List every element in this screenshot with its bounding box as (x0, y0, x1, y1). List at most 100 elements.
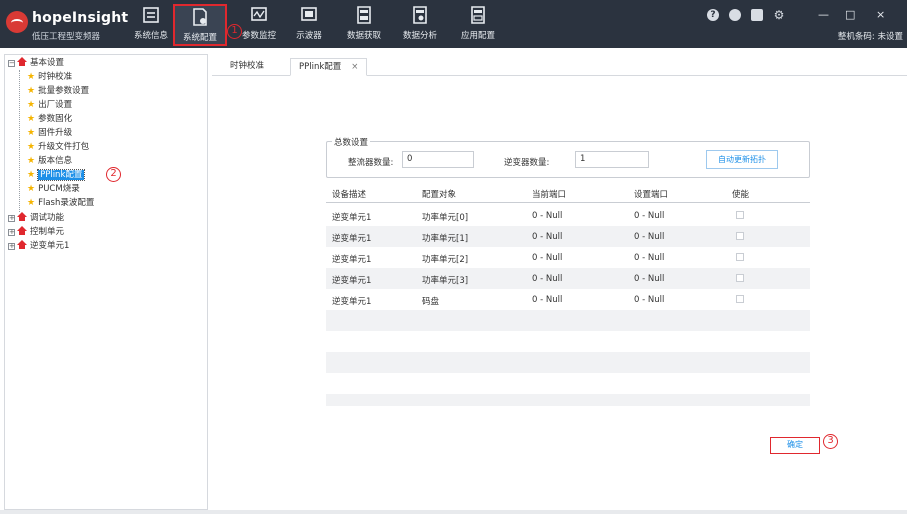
auto-update-topology-button[interactable]: 自动更新拓扑 (706, 150, 778, 169)
tab-clock[interactable]: 时钟校准 (222, 58, 272, 76)
expand-icon[interactable]: + (8, 215, 15, 222)
tree-item-firmware-upgrade[interactable]: ★ 固件升级 (27, 127, 72, 140)
cell-setting-port[interactable]: 0 - Null (634, 274, 664, 284)
tree-item-flash-record[interactable]: ★ Flash录波配置 (27, 197, 94, 210)
home-icon (17, 240, 27, 249)
cell-current-port: 0 - Null (532, 211, 563, 221)
gear-icon[interactable]: ⚙ (773, 9, 785, 21)
star-icon: ★ (27, 114, 36, 124)
cell-device: 逆变单元1 (332, 213, 372, 223)
cell-device: 逆变单元1 (332, 234, 372, 244)
table-row[interactable]: 逆变单元1 功率单元[1] 0 - Null 0 - Null (326, 226, 810, 247)
minimize-button[interactable]: — (818, 8, 829, 21)
nav-system-config[interactable]: 系统配置 (173, 4, 227, 46)
column-header: 当前端口 (532, 190, 567, 200)
inverter-count-input[interactable]: 1 (575, 151, 649, 168)
nav-system-info[interactable]: 系统信息 (124, 4, 178, 46)
tree-item-clock[interactable]: ★ 时钟校准 (27, 71, 72, 84)
tree-item-param-solidify[interactable]: ★ 参数固化 (27, 113, 72, 126)
star-icon: ★ (27, 184, 36, 194)
column-header: 设备描述 (332, 190, 367, 200)
tree-item-version[interactable]: ★ 版本信息 (27, 155, 72, 168)
tab-bar: 时钟校准 PPlink配置 × (212, 54, 907, 76)
rectifier-count-input[interactable]: 0 (402, 151, 474, 168)
table-empty-row (326, 394, 810, 406)
column-header: 设置端口 (634, 190, 669, 200)
nav-label: 应用配置 (460, 31, 495, 41)
help-icon[interactable]: ? (707, 9, 719, 21)
enable-checkbox[interactable] (736, 295, 744, 303)
rectifier-count-label: 整流器数量: (348, 158, 394, 168)
cell-current-port: 0 - Null (532, 232, 563, 242)
table-row[interactable]: 逆变单元1 功率单元[2] 0 - Null 0 - Null (326, 247, 810, 268)
expand-icon[interactable]: + (8, 229, 15, 236)
nav-data-fetch[interactable]: 数据获取 (337, 4, 391, 46)
cell-object: 功率单元[1] (422, 234, 469, 244)
enable-checkbox[interactable] (736, 253, 744, 261)
cell-current-port: 0 - Null (532, 274, 563, 284)
table-row[interactable]: 逆变单元1 功率单元[3] 0 - Null 0 - Null (326, 268, 810, 289)
system-info-icon (143, 7, 159, 23)
tree-item-pucm[interactable]: ★ PUCM烧录 (27, 183, 80, 196)
cell-device: 逆变单元1 (332, 297, 372, 307)
nav-label: 数据获取 (346, 31, 381, 41)
collapse-icon[interactable]: − (8, 60, 15, 67)
cell-setting-port[interactable]: 0 - Null (634, 232, 664, 242)
table-header: 设备描述 配置对象 当前端口 设置端口 使能 (326, 183, 810, 203)
table-empty-row (326, 331, 810, 352)
star-icon: ★ (27, 142, 36, 152)
tree-node-inverter-unit[interactable]: + 逆变单元1 (8, 240, 69, 253)
tree-node-basic-settings[interactable]: − 基本设置 (8, 57, 64, 70)
maximize-button[interactable]: □ (845, 8, 855, 21)
cell-object: 功率单元[3] (422, 276, 469, 286)
tree-item-upgrade-pack[interactable]: ★ 升级文件打包 (27, 141, 89, 154)
star-icon: ★ (27, 198, 36, 208)
hopewind-logo-icon (6, 11, 28, 33)
home-icon (17, 57, 27, 66)
tree-node-debug[interactable]: + 调试功能 (8, 212, 64, 225)
column-header: 使能 (732, 190, 750, 200)
tree-item-pplink[interactable]: ★ PPlink配置 (27, 169, 86, 182)
cell-setting-port[interactable]: 0 - Null (634, 253, 664, 263)
tab-pplink[interactable]: PPlink配置 × (290, 58, 368, 76)
cell-device: 逆变单元1 (332, 276, 372, 286)
close-button[interactable]: × (876, 8, 885, 21)
nav-data-analysis[interactable]: 数据分析 (393, 4, 447, 46)
enable-checkbox[interactable] (736, 274, 744, 282)
tree-item-factory[interactable]: ★ 出厂设置 (27, 99, 72, 112)
home-icon (17, 212, 27, 221)
table-row[interactable]: 逆变单元1 码盘 0 - Null 0 - Null (326, 289, 810, 310)
data-fetch-icon (357, 6, 371, 24)
app-logo: hopeInsight 低压工程型变频器 (6, 8, 129, 42)
cell-setting-port[interactable]: 0 - Null (634, 211, 664, 221)
nav-label: 系统配置 (182, 33, 217, 43)
group-legend: 总数设置 (332, 136, 371, 148)
monitor-icon[interactable] (751, 9, 763, 21)
nav-app-config[interactable]: 应用配置 (451, 4, 505, 46)
nav-oscilloscope[interactable]: 示波器 (282, 4, 336, 46)
sidebar-tree: − 基本设置 ★ 时钟校准 ★ 批量参数设置 ★ 出厂设置 ★ 参数固化 ★ 固件升级 ★ 升… (4, 54, 208, 510)
column-header: 配置对象 (422, 190, 457, 200)
tree-item-batch-params[interactable]: ★ 批量参数设置 (27, 85, 89, 98)
serial-number-label: 整机条码: 未设置 (837, 32, 903, 42)
annotation-marker-1: 1 (227, 24, 242, 39)
nav-param-monitor[interactable]: 参数监控 (232, 4, 286, 46)
table-row[interactable]: 逆变单元1 功率单元[0] 0 - Null 0 - Null (326, 205, 810, 226)
user-icon[interactable] (729, 9, 741, 21)
close-tab-icon[interactable]: × (351, 62, 358, 72)
home-icon (17, 226, 27, 235)
oscilloscope-icon (301, 7, 317, 21)
cell-object: 码盘 (422, 297, 440, 307)
star-icon: ★ (27, 128, 36, 138)
annotation-marker-3: 3 (823, 434, 838, 449)
data-analysis-icon (413, 6, 427, 24)
cell-setting-port[interactable]: 0 - Null (634, 295, 664, 305)
tree-node-control-unit[interactable]: + 控制单元 (8, 226, 64, 239)
status-bar (0, 510, 907, 514)
enable-checkbox[interactable] (736, 232, 744, 240)
star-icon: ★ (27, 156, 36, 166)
confirm-button[interactable]: 确定 (770, 437, 820, 454)
expand-icon[interactable]: + (8, 243, 15, 250)
app-brand: hopeInsight (32, 10, 129, 26)
enable-checkbox[interactable] (736, 211, 744, 219)
